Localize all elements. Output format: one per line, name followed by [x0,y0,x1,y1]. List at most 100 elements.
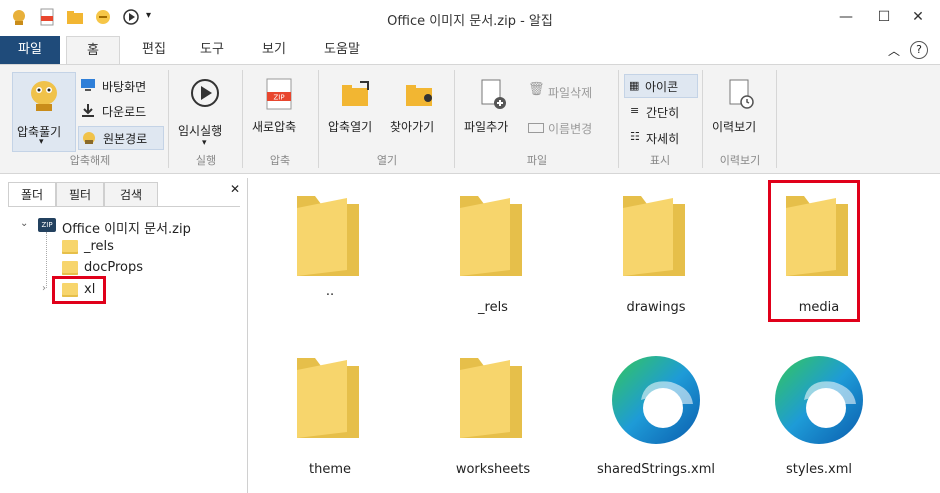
ribbon-divider [454,70,455,168]
tree-expand-icon[interactable]: › [42,283,46,294]
file-name: theme [309,462,351,477]
zip-file-icon: ZIP [266,78,292,110]
ribbon-divider [618,70,619,168]
add-file-icon [481,79,506,109]
file-name: sharedStrings.xml [597,462,715,477]
temp-run-button[interactable]: 임시실행 ▾ [174,76,238,150]
open-group-label: 열기 [376,154,398,167]
pane-tab-filter[interactable]: 필터 [56,182,104,207]
file-item[interactable]: _rels [418,190,568,315]
add-file-button[interactable]: 파일추가 [460,76,524,150]
find-button[interactable]: 찾아가기 [390,76,450,150]
desktop-label: 바탕화면 [102,80,147,94]
maximize-button[interactable]: ☐ [874,9,894,27]
history-group-label: 이력보기 [719,154,761,167]
folder-icon [786,196,848,276]
trash-icon: 🗑 [528,82,545,97]
view-simple-button[interactable]: ≡ 간단히 [626,102,698,122]
history-label: 이력보기 [712,120,757,134]
file-group-label: 파일 [526,154,548,167]
folder-icon [460,196,522,276]
folder-icon [62,261,78,275]
tree-item-rels[interactable]: _rels [84,239,114,254]
extract-downloads-button[interactable]: 다운로드 [80,101,164,121]
extract-button[interactable]: 압축풀기 ▾ [12,72,76,152]
file-item[interactable]: drawings [581,190,731,315]
pane-close-icon[interactable]: ✕ [230,182,240,196]
help-icon[interactable]: ? [910,41,928,59]
file-name: media [798,300,840,315]
extract-group-label: 압축해제 [69,154,111,167]
minimize-button[interactable]: — [836,9,856,27]
folder-icon [62,283,78,297]
run-group-label: 실행 [195,154,217,167]
file-name: styles.xml [785,462,853,477]
pane-tab-search[interactable]: 검색 [104,182,158,207]
file-name: .. [325,284,335,299]
downloads-label: 다운로드 [102,105,147,119]
desktop-icon [81,79,95,91]
file-item[interactable]: worksheets [418,352,568,477]
ribbon-divider [318,70,319,168]
tree-item-xl[interactable]: xl [84,282,95,297]
original-path-label: 원본경로 [103,132,148,146]
file-name: drawings [626,300,686,315]
ribbon-divider [776,70,777,168]
file-item[interactable]: media [744,190,894,315]
view-simple-label: 간단히 [646,106,680,120]
new-compress-label: 새로압축 [252,120,297,134]
new-compress-button[interactable]: ZIP 새로압축 [248,76,312,150]
extract-icon [31,81,57,111]
file-item[interactable]: styles.xml [744,352,894,477]
pane-tab-folder[interactable]: 폴더 [8,182,56,207]
view-details-button[interactable]: ☷ 자세히 [626,128,698,148]
find-label: 찾아가기 [390,120,435,134]
extract-dropdown-icon: ▾ [39,137,44,147]
view-details-label: 자세히 [646,132,680,146]
history-button[interactable]: 이력보기 [708,76,772,150]
extract-original-path-button[interactable]: 원본경로 [78,126,164,150]
edge-icon [612,356,700,444]
folder-icon [297,196,359,276]
close-button[interactable]: ✕ [908,9,928,27]
tree-collapse-icon[interactable]: ⌄ [20,218,28,229]
tree-root[interactable]: Office 이미지 문서.zip [62,218,191,237]
pane-divider [8,206,240,207]
compress-group-label: 압축 [269,154,291,167]
tab-help[interactable]: 도움말 [312,36,372,64]
play-icon [191,79,219,107]
ribbon-divider [242,70,243,168]
rename-icon [528,123,544,133]
svg-text:ZIP: ZIP [273,94,284,102]
ribbon-divider [702,70,703,168]
file-name: _rels [478,300,508,315]
tree-item-docprops[interactable]: docProps [84,260,143,275]
view-icons-label: 아이콘 [645,80,679,94]
tab-file[interactable]: 파일 [0,36,60,64]
folder-icon [460,358,522,438]
rename-label: 이름변경 [548,122,593,136]
tab-view[interactable]: 보기 [250,36,298,64]
tab-edit[interactable]: 편집 [130,36,178,64]
view-icons-button[interactable]: ▦ 아이콘 [624,74,698,98]
file-item[interactable]: theme [255,352,405,477]
edge-icon [775,356,863,444]
open-archive-icon [342,81,369,106]
add-file-label: 파일추가 [464,120,509,134]
file-item[interactable]: sharedStrings.xml [581,352,731,477]
grid-icon: ▦ [629,79,640,92]
file-item[interactable]: .. [255,190,405,299]
rename-button[interactable]: 이름변경 [528,118,612,138]
collapse-ribbon-icon[interactable]: ︿ [888,42,900,59]
open-archive-button[interactable]: 압축열기 [324,76,388,150]
tab-tools[interactable]: 도구 [188,36,236,64]
tab-home[interactable]: 홈 [66,36,120,65]
view-group-label: 표시 [649,154,671,167]
window-title: Office 이미지 문서.zip - 알집 [387,14,553,29]
tree-guide-line [46,232,48,288]
temp-run-label: 임시실행 [178,124,223,138]
find-folder-icon [406,85,432,106]
delete-file-button[interactable]: 🗑 파일삭제 [528,82,612,102]
original-path-icon [83,132,95,144]
extract-desktop-button[interactable]: 바탕화면 [80,76,164,96]
